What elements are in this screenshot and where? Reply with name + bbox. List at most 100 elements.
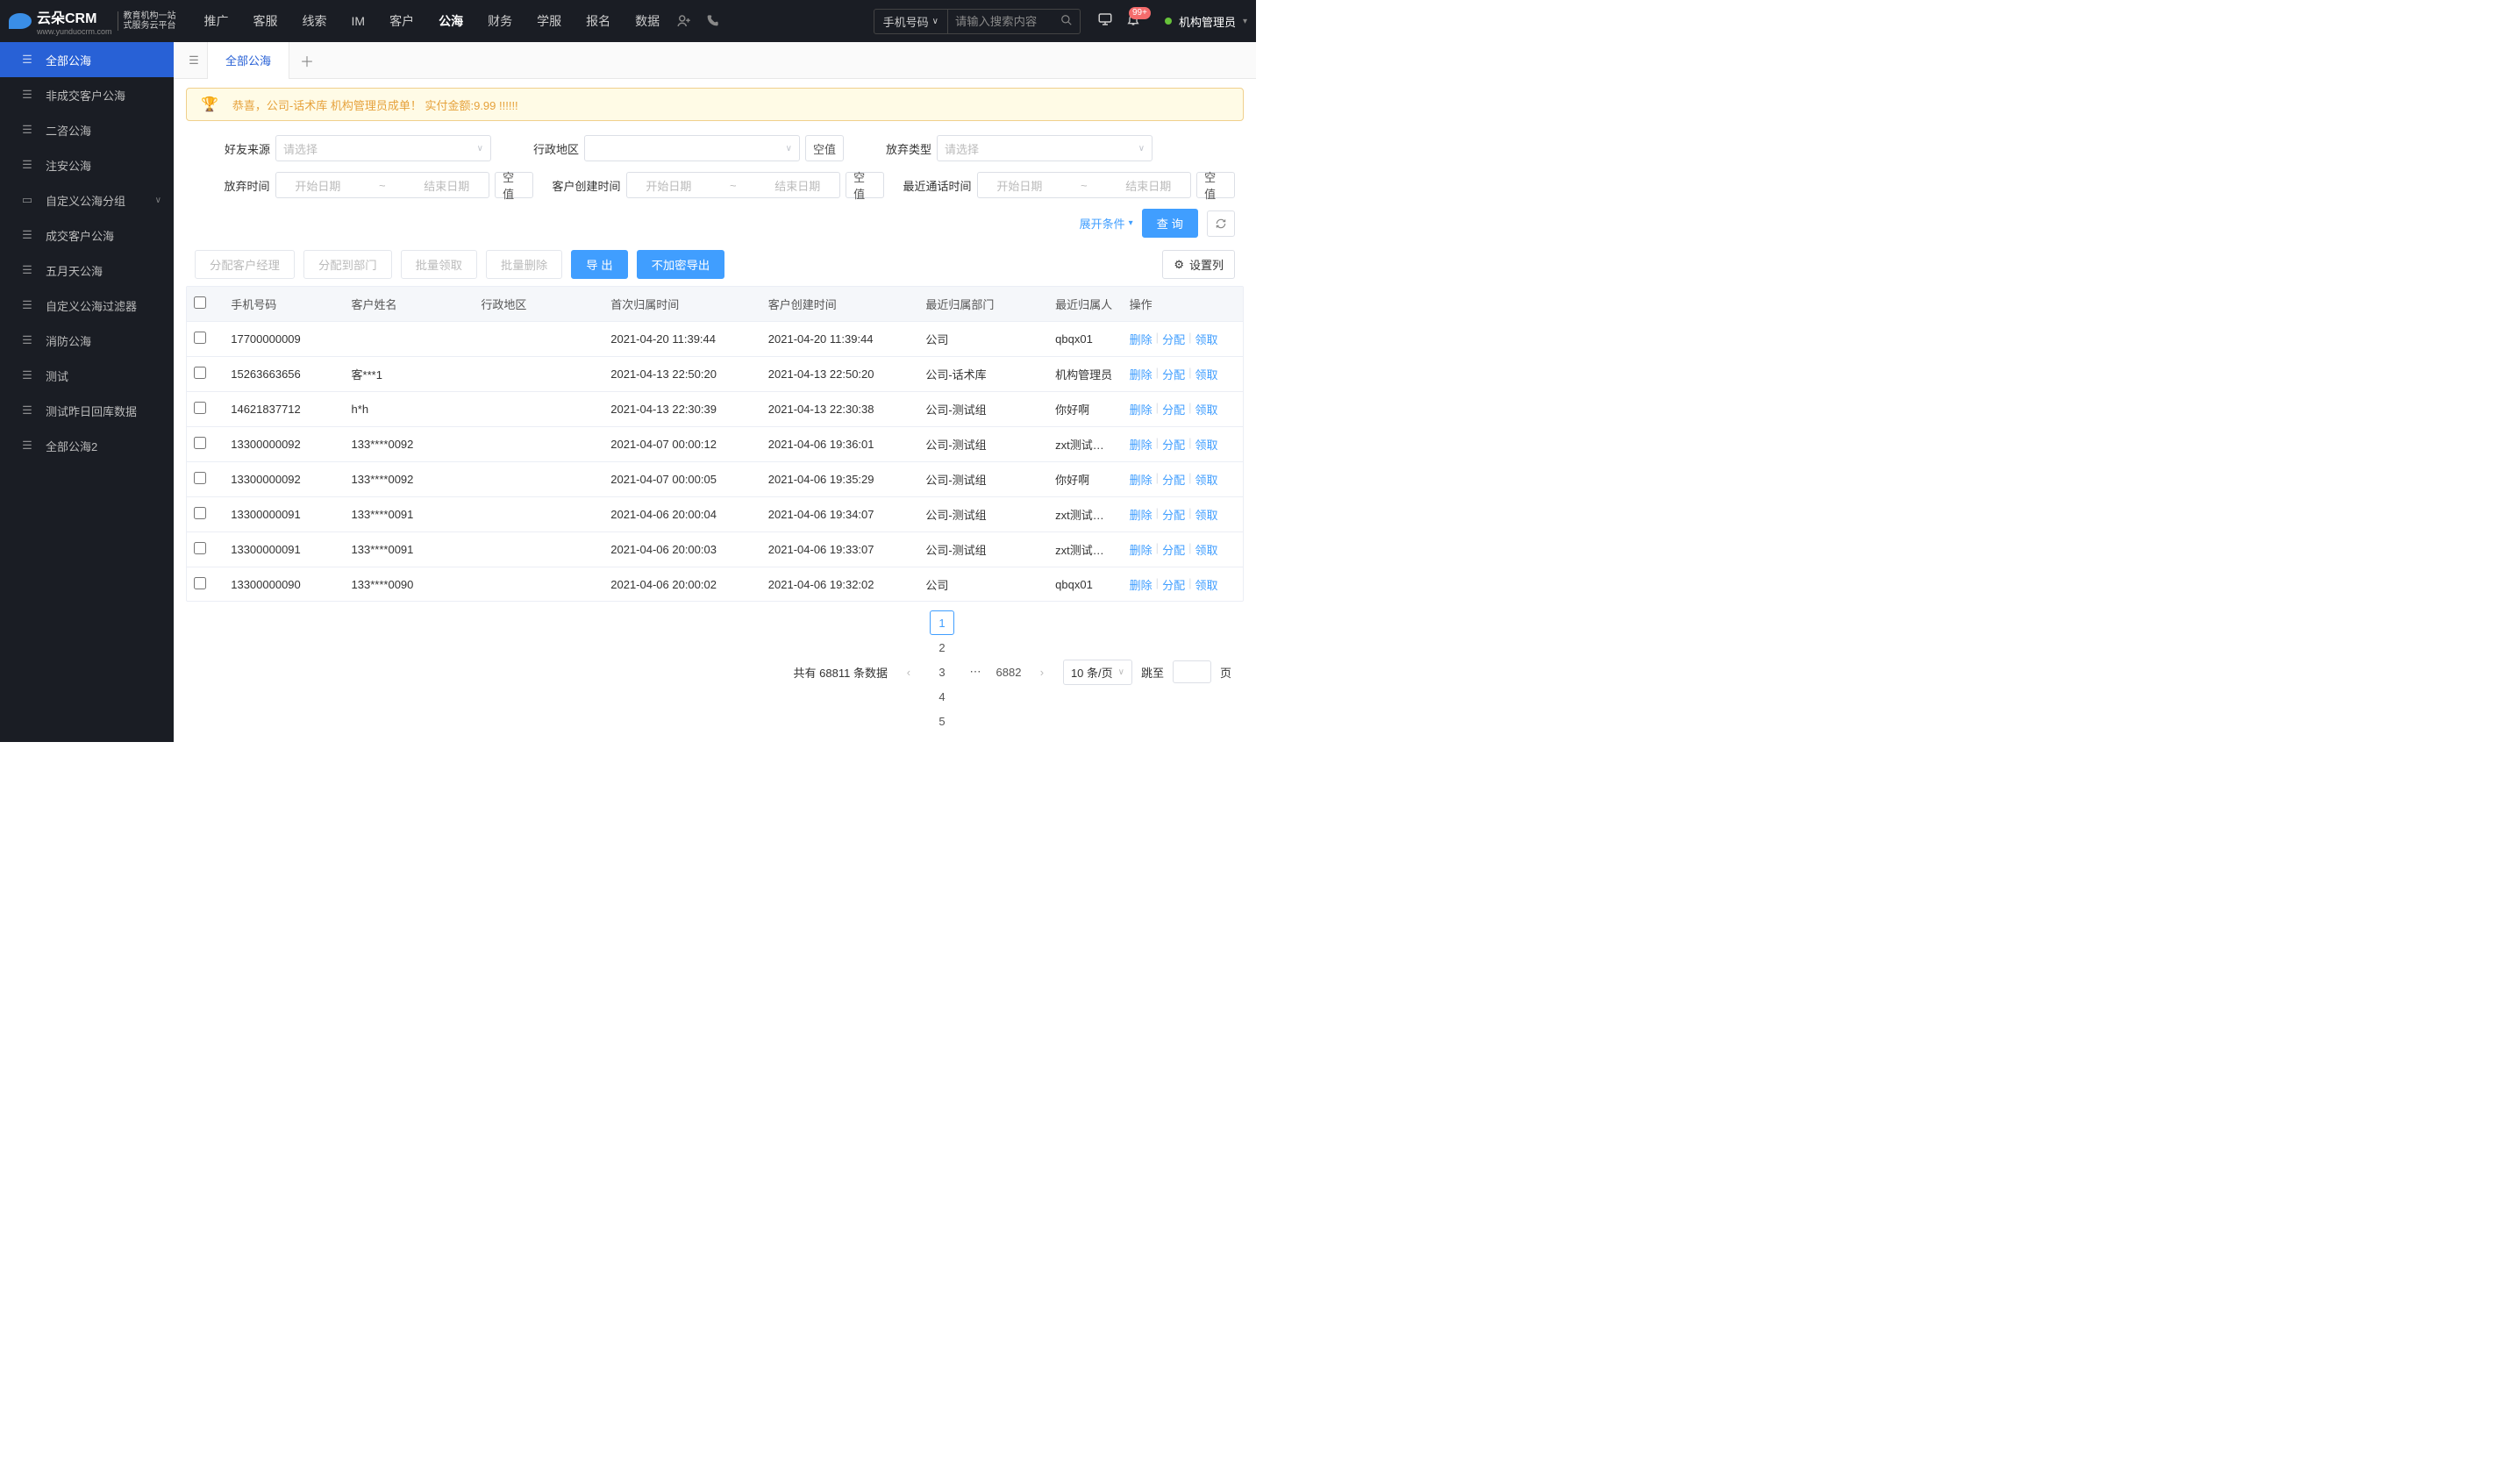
column-header[interactable]: 首次归属时间: [603, 287, 761, 322]
row-action-link[interactable]: 分配: [1162, 471, 1185, 488]
page-number[interactable]: 3: [930, 660, 954, 684]
export-button[interactable]: 不加密导出: [637, 250, 725, 279]
page-ellipsis[interactable]: ⋯: [963, 660, 988, 684]
jump-input[interactable]: [1173, 660, 1211, 683]
sidebar-item[interactable]: ☰五月天公海: [0, 253, 174, 288]
search-type-select[interactable]: 手机号码∨: [874, 10, 948, 33]
row-action-link[interactable]: 分配: [1162, 436, 1185, 453]
nav-item[interactable]: 财务: [477, 0, 523, 42]
expand-filters-link[interactable]: 展开条件▾: [1080, 215, 1133, 232]
filter-select[interactable]: ∨: [584, 135, 800, 161]
row-action-link[interactable]: 删除: [1130, 401, 1153, 417]
column-header[interactable]: 手机号码: [224, 287, 344, 322]
column-header[interactable]: 客户创建时间: [761, 287, 919, 322]
row-action-link[interactable]: 删除: [1130, 576, 1153, 593]
nav-item[interactable]: 线索: [292, 0, 338, 42]
tab-collapse-icon[interactable]: ☰: [181, 54, 207, 68]
sidebar-item[interactable]: ☰全部公海2: [0, 428, 174, 463]
user-plus-icon[interactable]: [670, 13, 698, 29]
row-action-link[interactable]: 领取: [1195, 471, 1217, 488]
page-size-select[interactable]: 10 条/页∨: [1063, 660, 1132, 685]
select-all-checkbox[interactable]: [194, 296, 206, 309]
row-action-link[interactable]: 分配: [1162, 576, 1185, 593]
row-action-link[interactable]: 领取: [1195, 436, 1217, 453]
column-header[interactable]: 客户姓名: [345, 287, 475, 322]
filter-select[interactable]: 请选择∨: [937, 135, 1153, 161]
tab-active[interactable]: 全部公海: [207, 42, 289, 79]
row-action-link[interactable]: 删除: [1130, 471, 1153, 488]
tab-add-icon[interactable]: ＋: [289, 50, 325, 71]
row-action-link[interactable]: 删除: [1130, 331, 1153, 347]
user-menu[interactable]: 机构管理员 ▾: [1165, 13, 1247, 30]
search-input[interactable]: [948, 11, 1053, 32]
row-checkbox[interactable]: [194, 332, 206, 344]
date-range-picker[interactable]: 开始日期~结束日期: [626, 172, 841, 198]
bell-icon[interactable]: 99+: [1119, 12, 1147, 31]
row-action-link[interactable]: 删除: [1130, 541, 1153, 558]
page-prev-icon[interactable]: ‹: [896, 660, 921, 684]
search-icon[interactable]: [1053, 14, 1080, 29]
page-number[interactable]: 1: [930, 610, 954, 635]
row-action-link[interactable]: 领取: [1195, 576, 1217, 593]
row-checkbox[interactable]: [194, 542, 206, 554]
row-checkbox[interactable]: [194, 577, 206, 589]
row-action-link[interactable]: 分配: [1162, 401, 1185, 417]
sidebar-item[interactable]: ☰测试: [0, 358, 174, 393]
row-action-link[interactable]: 领取: [1195, 401, 1217, 417]
page-last[interactable]: 6882: [996, 660, 1021, 684]
sidebar-item[interactable]: ☰测试昨日回库数据: [0, 393, 174, 428]
row-action-link[interactable]: 领取: [1195, 331, 1217, 347]
nav-item[interactable]: 推广: [194, 0, 239, 42]
nav-item[interactable]: 数据: [624, 0, 670, 42]
nav-item[interactable]: 客服: [243, 0, 289, 42]
nav-item[interactable]: 客户: [379, 0, 425, 42]
row-action-link[interactable]: 领取: [1195, 506, 1217, 523]
nav-item[interactable]: 报名: [575, 0, 621, 42]
row-checkbox[interactable]: [194, 367, 206, 379]
row-checkbox[interactable]: [194, 507, 206, 519]
page-number[interactable]: 2: [930, 635, 954, 660]
row-action-link[interactable]: 删除: [1130, 506, 1153, 523]
row-action-link[interactable]: 分配: [1162, 506, 1185, 523]
page-number[interactable]: 4: [930, 684, 954, 709]
date-range-picker[interactable]: 开始日期~结束日期: [275, 172, 490, 198]
empty-value-button[interactable]: 空值: [805, 135, 844, 161]
toolbar-button[interactable]: 批量领取: [401, 250, 477, 279]
sidebar-item[interactable]: ☰二咨公海: [0, 112, 174, 147]
row-checkbox[interactable]: [194, 472, 206, 484]
toolbar-button[interactable]: 分配到部门: [303, 250, 392, 279]
page-next-icon[interactable]: ›: [1030, 660, 1054, 684]
sidebar-item[interactable]: ▭自定义公海分组∨: [0, 182, 174, 218]
export-button[interactable]: 导 出: [571, 250, 627, 279]
nav-item[interactable]: 公海: [428, 0, 474, 42]
sidebar-item[interactable]: ☰全部公海: [0, 42, 174, 77]
row-action-link[interactable]: 删除: [1130, 366, 1153, 382]
row-action-link[interactable]: 领取: [1195, 366, 1217, 382]
refresh-icon[interactable]: [1207, 210, 1235, 237]
column-settings-button[interactable]: ⚙设置列: [1162, 250, 1235, 279]
row-action-link[interactable]: 分配: [1162, 366, 1185, 382]
sidebar-item[interactable]: ☰自定义公海过滤器: [0, 288, 174, 323]
row-action-link[interactable]: 分配: [1162, 331, 1185, 347]
column-header[interactable]: 最近归属部门: [918, 287, 1048, 322]
date-range-picker[interactable]: 开始日期~结束日期: [977, 172, 1192, 198]
nav-item[interactable]: IM: [341, 0, 376, 42]
empty-value-button[interactable]: 空值: [495, 172, 533, 198]
filter-select[interactable]: 请选择∨: [275, 135, 491, 161]
row-action-link[interactable]: 删除: [1130, 436, 1153, 453]
monitor-icon[interactable]: [1091, 11, 1119, 32]
sidebar-item[interactable]: ☰非成交客户公海: [0, 77, 174, 112]
page-number[interactable]: 5: [930, 709, 954, 733]
column-header[interactable]: 最近归属人: [1048, 287, 1122, 322]
sidebar-item[interactable]: ☰成交客户公海: [0, 218, 174, 253]
nav-item[interactable]: 学服: [526, 0, 572, 42]
column-header[interactable]: 行政地区: [474, 287, 603, 322]
query-button[interactable]: 查 询: [1142, 209, 1198, 238]
row-action-link[interactable]: 领取: [1195, 541, 1217, 558]
row-checkbox[interactable]: [194, 437, 206, 449]
toolbar-button[interactable]: 分配客户经理: [195, 250, 295, 279]
empty-value-button[interactable]: 空值: [846, 172, 884, 198]
sidebar-item[interactable]: ☰注安公海: [0, 147, 174, 182]
row-checkbox[interactable]: [194, 402, 206, 414]
row-action-link[interactable]: 分配: [1162, 541, 1185, 558]
